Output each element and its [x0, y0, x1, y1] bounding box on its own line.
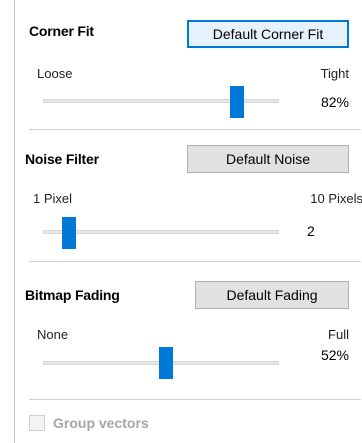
- trace-settings-panel: Corner Fit Default Corner Fit Loose Tigh…: [14, 0, 362, 443]
- noise-filter-max-label: 10 Pixels: [310, 191, 362, 206]
- corner-fit-section: Corner Fit Default Corner Fit Loose Tigh…: [15, 0, 362, 130]
- corner-fit-title: Corner Fit: [29, 23, 94, 39]
- default-fading-button[interactable]: Default Fading: [195, 281, 349, 309]
- corner-fit-max-label: Tight: [320, 66, 349, 81]
- noise-filter-title: Noise Filter: [25, 151, 99, 167]
- section-divider: [29, 399, 361, 400]
- corner-fit-slider-track[interactable]: [43, 99, 279, 103]
- noise-filter-slider-track[interactable]: [43, 230, 279, 234]
- noise-filter-slider-thumb[interactable]: [62, 217, 77, 249]
- bitmap-fading-title: Bitmap Fading: [25, 287, 120, 303]
- default-corner-fit-button[interactable]: Default Corner Fit: [187, 20, 349, 48]
- corner-fit-value: 82%: [320, 94, 349, 110]
- bitmap-fading-max-label: Full: [328, 327, 349, 342]
- section-divider: [29, 261, 361, 262]
- bitmap-fading-min-label: None: [37, 327, 69, 342]
- section-divider: [29, 129, 361, 130]
- group-vectors-label: Group vectors: [53, 415, 149, 431]
- default-noise-button[interactable]: Default Noise: [187, 145, 349, 173]
- noise-filter-min-label: 1 Pixel: [33, 191, 73, 206]
- group-vectors-checkbox[interactable]: [29, 415, 45, 431]
- corner-fit-slider-thumb[interactable]: [229, 86, 244, 118]
- bitmap-fading-value: 52%: [320, 347, 349, 363]
- noise-filter-value: 2: [307, 223, 315, 239]
- bitmap-fading-slider-thumb[interactable]: [158, 347, 173, 379]
- corner-fit-min-label: Loose: [37, 66, 73, 81]
